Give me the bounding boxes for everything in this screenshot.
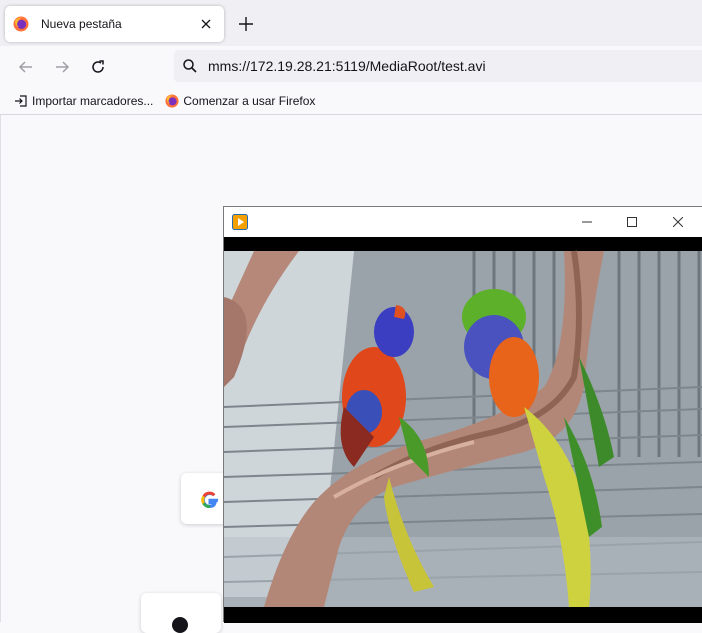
url-text[interactable]: mms://172.19.28.21:5119/MediaRoot/test.a… (208, 58, 486, 74)
bookmark-label: Importar marcadores... (32, 94, 154, 108)
bookmark-import[interactable]: Importar marcadores... (14, 94, 153, 108)
tab-title: Nueva pestaña (41, 17, 122, 31)
tab-strip: Nueva pestaña (0, 0, 702, 46)
bookmark-firefox[interactable]: Comenzar a usar Firefox (165, 94, 315, 108)
video-frame[interactable] (224, 237, 702, 623)
close-icon[interactable] (655, 207, 701, 237)
firefox-icon (165, 94, 179, 108)
shortcut-icon (172, 617, 188, 633)
tab-close-icon[interactable] (198, 16, 214, 32)
firefox-icon (13, 16, 29, 32)
player-title-bar[interactable] (224, 207, 702, 237)
forward-arrow-icon[interactable] (50, 55, 74, 79)
new-tab-plus-icon[interactable] (234, 12, 258, 36)
tab-nueva-pestana[interactable]: Nueva pestaña (5, 6, 224, 42)
back-arrow-icon[interactable] (14, 55, 38, 79)
bookmarks-toolbar: Importar marcadores... Comenzar a usar F… (0, 88, 702, 115)
navigation-toolbar: mms://172.19.28.21:5119/MediaRoot/test.a… (0, 46, 702, 88)
maximize-icon[interactable] (609, 207, 655, 237)
bookmark-label: Comenzar a usar Firefox (183, 94, 316, 108)
media-player-window[interactable] (223, 206, 702, 623)
media-player-icon (232, 214, 248, 230)
import-icon (15, 95, 27, 107)
minimize-icon[interactable] (564, 207, 610, 237)
url-bar[interactable]: mms://172.19.28.21:5119/MediaRoot/test.a… (174, 50, 702, 82)
search-icon (183, 59, 197, 73)
reload-icon[interactable] (86, 55, 110, 79)
parrots-video-image (224, 237, 702, 623)
shortcut-tile[interactable] (141, 593, 221, 633)
google-icon (201, 491, 218, 509)
